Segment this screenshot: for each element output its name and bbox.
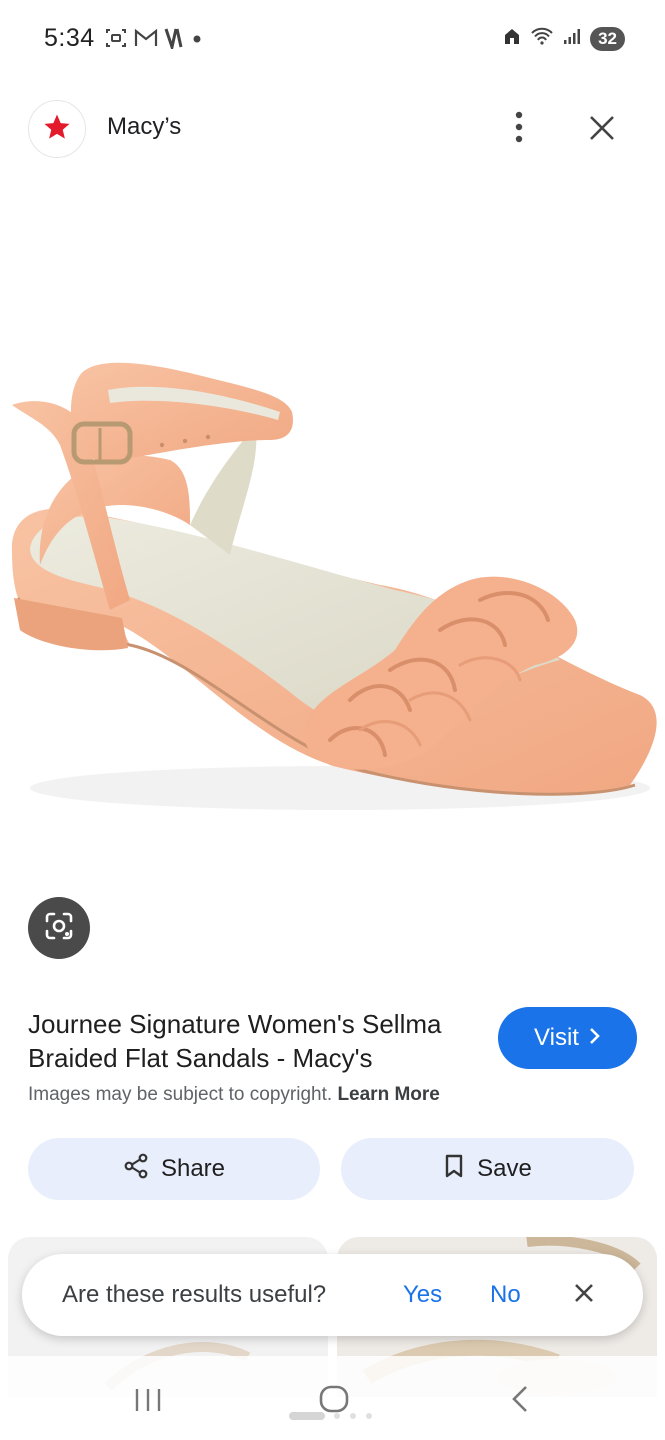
site-logo[interactable] — [28, 100, 86, 158]
save-label: Save — [477, 1155, 532, 1182]
visit-button[interactable]: Visit — [498, 1007, 637, 1069]
back-icon — [508, 1386, 532, 1418]
feedback-question: Are these results useful? — [62, 1281, 327, 1308]
wifi-icon — [530, 26, 554, 51]
star-icon — [42, 112, 72, 147]
bookmark-icon — [443, 1153, 465, 1186]
v-app-icon — [164, 27, 184, 54]
visit-label: Visit — [534, 1024, 579, 1051]
page-dot — [334, 1413, 340, 1419]
share-button[interactable]: Share — [28, 1138, 320, 1200]
status-time: 5:34 — [44, 24, 95, 52]
battery-icon: 32 — [590, 26, 625, 51]
dot-icon — [190, 31, 204, 50]
feedback-dismiss-button[interactable] — [569, 1278, 599, 1312]
save-button[interactable]: Save — [341, 1138, 634, 1200]
page-dot — [366, 1413, 372, 1419]
page-indicator — [289, 1412, 325, 1420]
signal-icon — [562, 26, 582, 51]
lens-icon — [43, 910, 75, 947]
site-name[interactable]: Macy’s — [107, 113, 181, 141]
sandal-image — [11, 362, 657, 810]
chevron-right-icon — [589, 1024, 601, 1052]
close-icon — [588, 114, 616, 147]
product-image[interactable] — [0, 300, 665, 860]
feedback-snackbar: Are these results useful? Yes No — [22, 1254, 643, 1336]
system-icons: 32 — [502, 26, 625, 51]
copyright-notice: Images may be subject to copyright. Lear… — [28, 1084, 440, 1106]
share-label: Share — [160, 1155, 226, 1182]
status-bar: 5:34 32 — [0, 0, 665, 80]
feedback-yes-button[interactable]: Yes — [403, 1281, 442, 1309]
back-button[interactable] — [508, 1384, 532, 1419]
screenshot-icon — [104, 26, 128, 55]
copyright-text: Images may be subject to copyright. — [28, 1084, 333, 1105]
feedback-no-button[interactable]: No — [490, 1281, 521, 1309]
lens-search-button[interactable] — [28, 897, 90, 959]
result-header: Macy’s — [0, 96, 665, 160]
close-button[interactable] — [580, 108, 624, 152]
home-icon — [502, 26, 522, 51]
notification-icons — [104, 26, 204, 55]
learn-more-link[interactable]: Learn More — [337, 1084, 439, 1105]
result-title[interactable]: Journee Signature Women's Sellma Braided… — [28, 1007, 488, 1075]
more-options-button[interactable] — [498, 108, 540, 150]
recent-apps-button[interactable] — [132, 1386, 164, 1419]
gmail-icon — [134, 28, 158, 53]
system-nav-bar — [0, 1356, 665, 1440]
close-icon — [573, 1282, 595, 1309]
share-icon — [123, 1153, 149, 1186]
more-vert-icon — [514, 111, 524, 148]
page-dot — [350, 1413, 356, 1419]
recent-apps-icon — [132, 1389, 164, 1418]
